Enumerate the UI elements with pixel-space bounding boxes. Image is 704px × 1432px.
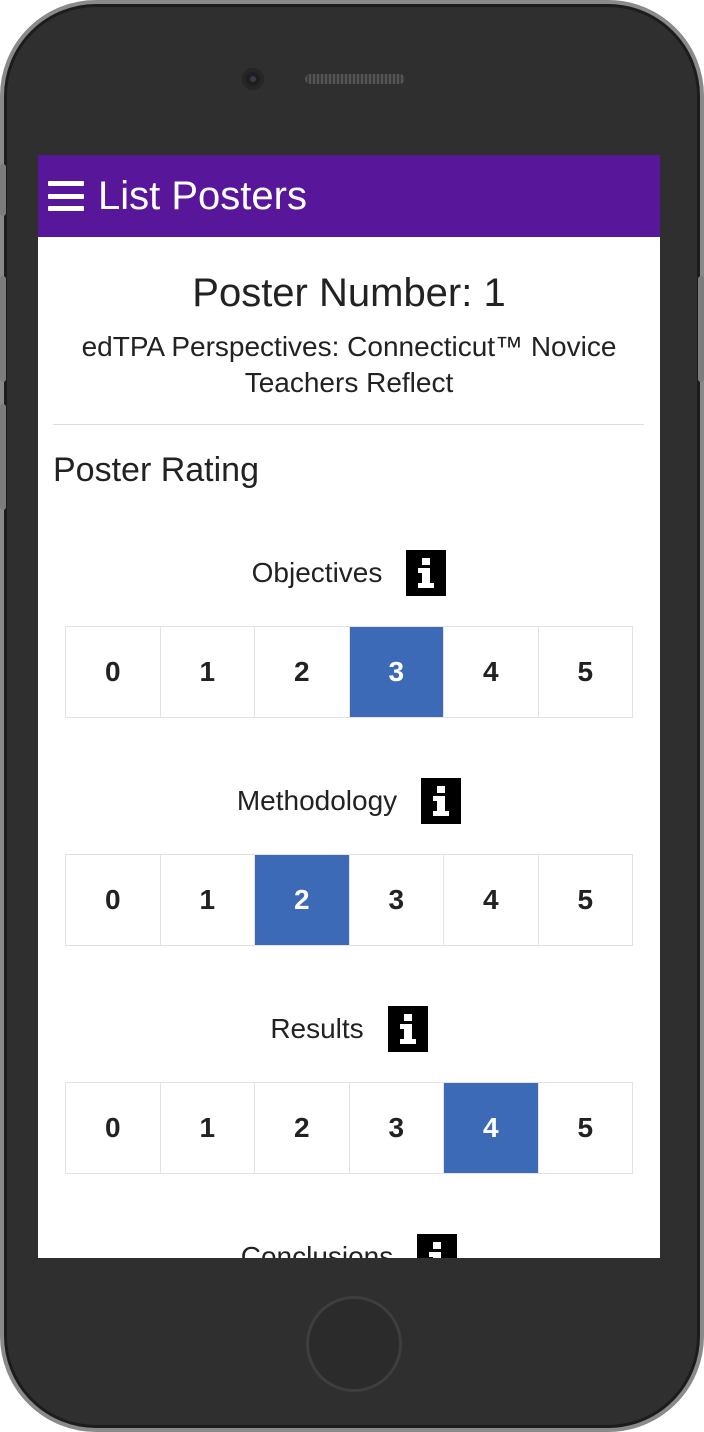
volume-down-button [0, 404, 6, 510]
rating-option-1[interactable]: 1 [160, 855, 255, 945]
rating-option-2[interactable]: 2 [255, 627, 350, 717]
rating-option-2[interactable]: 2 [255, 1083, 350, 1173]
app-bar-title: List Posters [98, 174, 307, 218]
criterion-header: Conclusions [38, 1234, 660, 1258]
rating-option-3[interactable]: 3 [349, 1083, 444, 1173]
info-icon[interactable] [387, 1006, 428, 1052]
rating-option-0[interactable]: 0 [66, 627, 161, 717]
section-heading: Poster Rating [53, 451, 259, 489]
earpiece-speaker [305, 74, 405, 84]
info-glyph [399, 1014, 416, 1044]
criterion-label: Conclusions [240, 1241, 394, 1258]
info-icon[interactable] [417, 1234, 458, 1258]
criterion-label: Objectives [251, 557, 383, 588]
rating-options: 012345 [65, 1082, 633, 1174]
rating-option-1[interactable]: 1 [160, 1083, 255, 1173]
info-glyph [433, 786, 450, 816]
criterion-label: Results [270, 1013, 364, 1044]
rating-option-1[interactable]: 1 [160, 627, 255, 717]
rating-option-3[interactable]: 3 [349, 627, 444, 717]
rating-options: 012345 [65, 854, 633, 946]
criterion-header: Objectives [38, 550, 660, 596]
info-icon[interactable] [421, 778, 462, 824]
info-glyph [429, 1242, 442, 1258]
app-screen: List Posters Poster Number: 1 edTPA Pers… [38, 155, 660, 1258]
home-button[interactable] [306, 1296, 402, 1392]
rating-options: 012345 [65, 626, 633, 718]
divider [53, 424, 644, 425]
app-bar: List Posters [38, 155, 660, 237]
criterion-header: Methodology [38, 778, 660, 824]
power-button [698, 276, 704, 382]
volume-up-button [0, 276, 6, 382]
rating-option-5[interactable]: 5 [538, 627, 632, 717]
front-camera [242, 68, 264, 90]
rating-option-2[interactable]: 2 [255, 855, 350, 945]
criterion-header: Results [38, 1006, 660, 1052]
rating-option-0[interactable]: 0 [66, 855, 161, 945]
hamburger-menu-icon[interactable] [48, 181, 84, 211]
rating-option-4[interactable]: 4 [444, 855, 539, 945]
poster-number: Poster Number: 1 [192, 271, 506, 315]
rating-option-5[interactable]: 5 [538, 1083, 632, 1173]
poster-title: edTPA Perspectives: Connecticut™ Novice … [81, 331, 617, 398]
rating-option-3[interactable]: 3 [349, 855, 444, 945]
rating-option-5[interactable]: 5 [538, 855, 632, 945]
rating-option-4[interactable]: 4 [444, 627, 539, 717]
mute-switch [0, 164, 6, 216]
rating-option-0[interactable]: 0 [66, 1083, 161, 1173]
info-glyph [418, 558, 435, 588]
rating-option-4[interactable]: 4 [444, 1083, 539, 1173]
criterion-label: Methodology [236, 785, 398, 816]
info-icon[interactable] [406, 550, 447, 596]
